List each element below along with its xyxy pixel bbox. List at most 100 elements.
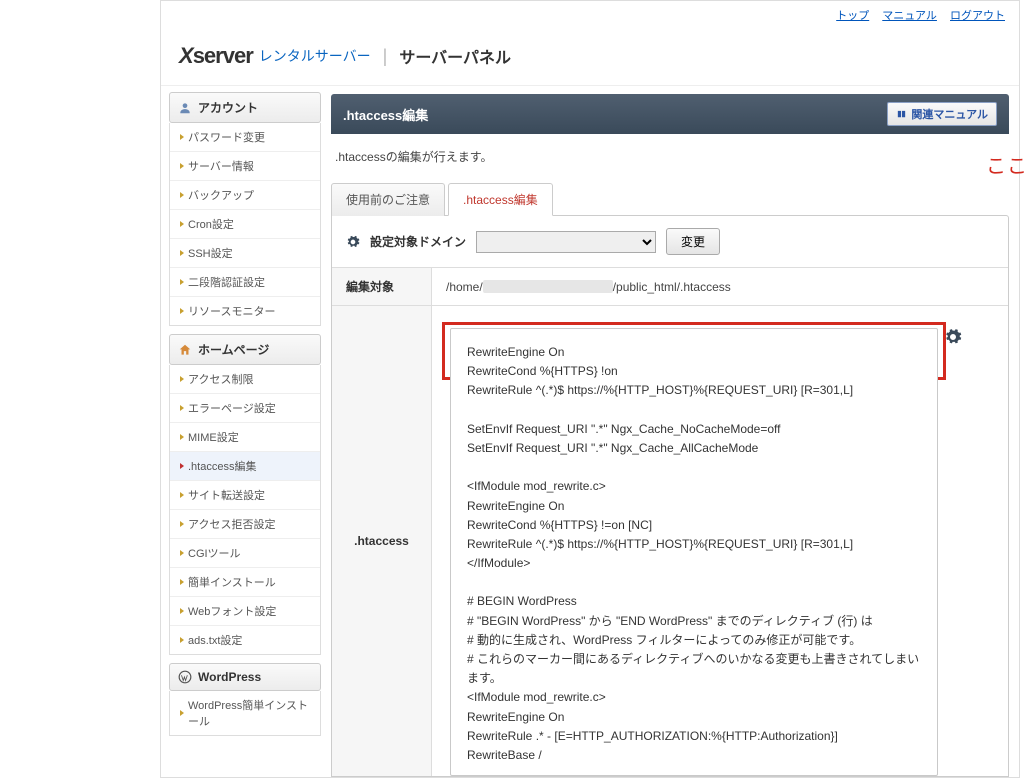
sidebar-item-label: SSH設定: [188, 245, 233, 261]
arrow-icon: [180, 308, 184, 314]
domain-select[interactable]: [476, 231, 656, 253]
sidebar-item-serverinfo[interactable]: サーバー情報: [170, 151, 320, 180]
target-label: 編集対象: [332, 268, 432, 305]
page-title-bar: .htaccess編集 関連マニュアル: [331, 94, 1009, 134]
domain-label: 設定対象ドメイン: [370, 233, 466, 250]
sidebar-item-webfont[interactable]: Webフォント設定: [170, 596, 320, 625]
related-manual-button[interactable]: 関連マニュアル: [887, 102, 997, 126]
redacted-username: [483, 280, 613, 293]
arrow-icon: [180, 463, 184, 469]
sidebar-head-account: アカウント: [169, 92, 321, 123]
change-button[interactable]: 変更: [666, 228, 720, 255]
sidebar-item-easy-install[interactable]: 簡単インストール: [170, 567, 320, 596]
sidebar-head-homepage: ホームページ: [169, 334, 321, 365]
sidebar-item-label: エラーページ設定: [188, 400, 276, 416]
sidebar-item-mime[interactable]: MIME設定: [170, 422, 320, 451]
link-manual[interactable]: マニュアル: [882, 10, 937, 22]
sidebar-item-cron[interactable]: Cron設定: [170, 209, 320, 238]
page-description: .htaccessの編集が行えます。: [331, 134, 1009, 183]
sidebar-item-label: 二段階認証設定: [188, 274, 265, 290]
sidebar-item-backup[interactable]: バックアップ: [170, 180, 320, 209]
sidebar-item-label: Webフォント設定: [188, 603, 276, 619]
sidebar-item-access-limit[interactable]: アクセス制限: [170, 365, 320, 393]
target-path: /home/ /public_html/.htaccess: [432, 270, 1008, 304]
arrow-icon: [180, 521, 184, 527]
arrow-icon: [180, 221, 184, 227]
link-logout[interactable]: ログアウト: [950, 10, 1005, 22]
sidebar-item-label: アクセス制限: [188, 371, 253, 387]
sidebar-item-label: バックアップ: [188, 187, 254, 203]
sidebar-item-label: サイト転送設定: [188, 487, 265, 503]
sidebar-item-2fa[interactable]: 二段階認証設定: [170, 267, 320, 296]
path-suffix: /public_html/.htaccess: [613, 280, 731, 294]
htaccess-textarea[interactable]: RewriteEngine On RewriteCond %{HTTPS} !o…: [450, 328, 938, 776]
domain-selector-row: 設定対象ドメイン 変更: [332, 216, 1008, 268]
tab-notice[interactable]: 使用前のご注意: [331, 183, 445, 216]
logo: Xserver: [179, 43, 253, 69]
sidebar-item-label: WordPress簡単インストール: [188, 697, 314, 729]
logo-sub: レンタルサーバー: [259, 46, 371, 66]
home-icon: [178, 343, 192, 357]
book-icon: [896, 109, 907, 120]
arrow-icon: [180, 434, 184, 440]
sidebar-head-label: WordPress: [198, 670, 261, 684]
arrow-icon: [180, 134, 184, 140]
sidebar-item-error-page[interactable]: エラーページ設定: [170, 393, 320, 422]
editor-cell: RewriteEngine On RewriteCond %{HTTPS} !o…: [432, 306, 1008, 776]
arrow-icon: [180, 710, 184, 716]
settings-icon[interactable]: [944, 328, 962, 346]
sidebar-item-cgi[interactable]: CGIツール: [170, 538, 320, 567]
sidebar-head-wordpress: WordPress: [169, 663, 321, 691]
sidebar-head-label: アカウント: [198, 99, 258, 116]
arrow-icon: [180, 250, 184, 256]
sidebar: アカウント パスワード変更 サーバー情報 バックアップ Cron設定 SSH設定…: [161, 86, 327, 777]
logo-panel-label: サーバーパネル: [399, 44, 511, 68]
annotation-text: ここに入力します。: [986, 150, 1024, 179]
gear-icon: [346, 235, 360, 249]
arrow-icon: [180, 637, 184, 643]
arrow-icon: [180, 492, 184, 498]
arrow-icon: [180, 192, 184, 198]
edit-panel: 設定対象ドメイン 変更 編集対象 /home/ /public_html/.ht…: [331, 215, 1009, 777]
sidebar-item-label: リソースモニター: [188, 303, 275, 319]
link-top[interactable]: トップ: [836, 10, 869, 22]
sidebar-item-password[interactable]: パスワード変更: [170, 123, 320, 151]
sidebar-item-wp-install[interactable]: WordPress簡単インストール: [170, 691, 320, 735]
arrow-icon: [180, 376, 184, 382]
sidebar-item-label: CGIツール: [188, 545, 241, 561]
user-icon: [178, 101, 192, 115]
sidebar-item-label: MIME設定: [188, 429, 239, 445]
arrow-icon: [180, 579, 184, 585]
tabs: 使用前のご注意 .htaccess編集: [331, 183, 1009, 216]
sidebar-item-label: アクセス拒否設定: [188, 516, 275, 532]
sidebar-item-access-deny[interactable]: アクセス拒否設定: [170, 509, 320, 538]
sidebar-item-label: Cron設定: [188, 216, 234, 232]
sidebar-item-resource[interactable]: リソースモニター: [170, 296, 320, 325]
header: Xserver レンタルサーバー | サーバーパネル: [161, 29, 1019, 86]
arrow-icon: [180, 279, 184, 285]
sidebar-head-label: ホームページ: [198, 341, 269, 358]
tab-htaccess-edit[interactable]: .htaccess編集: [448, 183, 553, 216]
editor-row: .htaccess RewriteEngine On RewriteCond %…: [332, 306, 1008, 776]
sidebar-item-label: サーバー情報: [188, 158, 254, 174]
page-title: .htaccess編集: [343, 105, 428, 124]
content: .htaccess編集 関連マニュアル .htaccessの編集が行えます。 使…: [327, 86, 1019, 777]
logo-divider: |: [383, 46, 388, 67]
sidebar-item-ssh[interactable]: SSH設定: [170, 238, 320, 267]
sidebar-item-label: 簡単インストール: [188, 574, 276, 590]
button-label: 関連マニュアル: [911, 106, 988, 122]
sidebar-item-site-transfer[interactable]: サイト転送設定: [170, 480, 320, 509]
sidebar-item-adstxt[interactable]: ads.txt設定: [170, 625, 320, 654]
path-prefix: /home/: [446, 280, 483, 294]
top-nav: トップ マニュアル ログアウト: [161, 1, 1019, 29]
sidebar-item-htaccess[interactable]: .htaccess編集: [170, 451, 320, 480]
target-row: 編集対象 /home/ /public_html/.htaccess: [332, 268, 1008, 306]
wordpress-icon: [178, 670, 192, 684]
editor-row-label: .htaccess: [332, 306, 432, 776]
arrow-icon: [180, 608, 184, 614]
sidebar-item-label: ads.txt設定: [188, 632, 242, 648]
sidebar-item-label: .htaccess編集: [188, 458, 256, 474]
arrow-icon: [180, 405, 184, 411]
sidebar-item-label: パスワード変更: [188, 129, 265, 145]
arrow-icon: [180, 163, 184, 169]
